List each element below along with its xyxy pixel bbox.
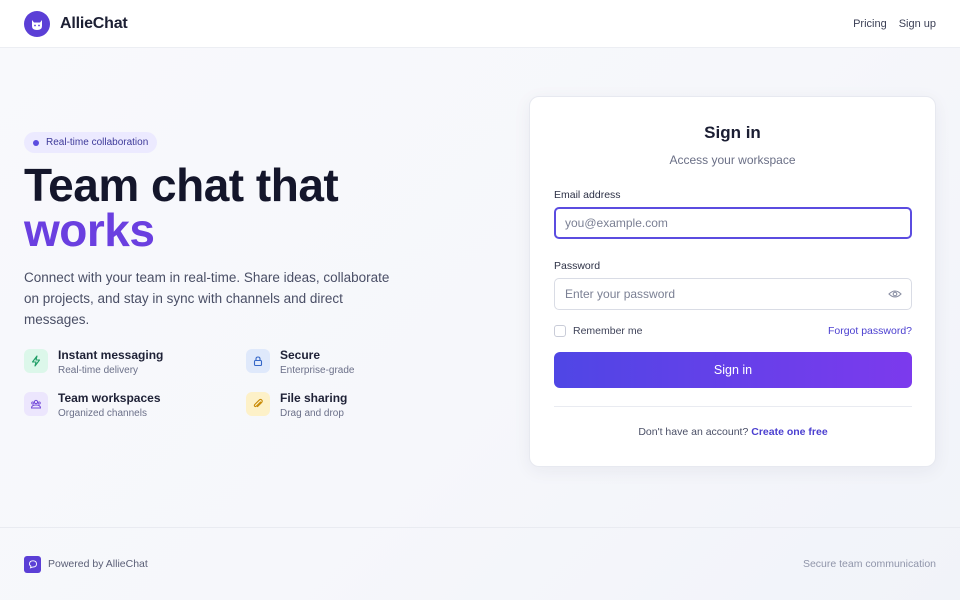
top-header: AllieChat Pricing Sign up bbox=[0, 0, 960, 48]
options-row: Remember me Forgot password? bbox=[554, 325, 912, 337]
feature-subtitle: Enterprise-grade bbox=[280, 365, 355, 376]
feature-item: File sharing Drag and drop bbox=[246, 391, 446, 421]
cat-face-icon bbox=[24, 10, 50, 37]
chat-bubble-icon bbox=[24, 555, 41, 573]
badge-label: Real-time collaboration bbox=[46, 137, 149, 148]
eye-icon[interactable] bbox=[888, 286, 902, 304]
password-field[interactable] bbox=[554, 278, 912, 310]
remember-checkbox[interactable] bbox=[554, 325, 566, 337]
divider bbox=[554, 406, 912, 407]
nav-signup-link[interactable]: Sign up bbox=[899, 18, 936, 30]
forgot-password-link[interactable]: Forgot password? bbox=[828, 325, 912, 337]
password-wrapper bbox=[554, 272, 912, 310]
signin-title: Sign in bbox=[704, 123, 761, 142]
feature-subtitle: Drag and drop bbox=[280, 408, 344, 419]
realtime-badge: Real-time collaboration bbox=[24, 132, 158, 153]
brand-name: AllieChat bbox=[60, 14, 128, 32]
team-icon bbox=[24, 392, 48, 416]
create-account-link[interactable]: Create one free bbox=[751, 426, 827, 438]
nav-pricing-link[interactable]: Pricing bbox=[853, 18, 887, 30]
signup-prompt: Don't have an account? Create one free bbox=[554, 426, 912, 438]
feature-subtitle: Real-time delivery bbox=[58, 365, 139, 376]
remember-label: Remember me bbox=[573, 325, 643, 337]
hero-section: Real-time collaboration Team chat that w… bbox=[24, 132, 424, 421]
lock-icon bbox=[246, 349, 270, 373]
lightning-icon bbox=[24, 349, 48, 373]
hero-title: Team chat that works bbox=[24, 162, 424, 256]
footer: Powered by AllieChat Secure team communi… bbox=[0, 527, 960, 600]
signin-subtitle: Access your workspace bbox=[669, 153, 796, 167]
feature-item: Team workspaces Organized channels bbox=[24, 391, 246, 421]
signin-card: Sign in Access your workspace Email addr… bbox=[529, 96, 936, 467]
feature-title: Instant messaging bbox=[58, 348, 164, 362]
email-label: Email address bbox=[554, 189, 621, 201]
feature-item: Instant messaging Real-time delivery bbox=[24, 348, 246, 378]
feature-list: Instant messaging Real-time delivery Sec… bbox=[24, 348, 424, 421]
hero-title-accent: works bbox=[24, 204, 155, 256]
feature-title: Secure bbox=[280, 348, 321, 362]
footer-brand: Powered by AllieChat bbox=[24, 555, 148, 573]
top-nav: Pricing Sign up bbox=[853, 18, 936, 30]
password-label: Password bbox=[554, 260, 601, 272]
powered-by-text: Powered by AllieChat bbox=[48, 558, 148, 570]
email-field[interactable] bbox=[554, 207, 912, 239]
footer-tagline: Secure team communication bbox=[802, 558, 936, 570]
paperclip-icon bbox=[246, 392, 270, 416]
signup-prompt-text: Don't have an account? bbox=[638, 426, 749, 438]
brand[interactable]: AllieChat bbox=[24, 10, 128, 37]
feature-subtitle: Organized channels bbox=[58, 408, 147, 419]
remember-me[interactable]: Remember me bbox=[554, 325, 642, 337]
signin-button[interactable]: Sign in bbox=[554, 352, 912, 388]
hero-description: Connect with your team in real-time. Sha… bbox=[24, 270, 390, 327]
feature-item: Secure Enterprise-grade bbox=[246, 348, 446, 378]
feature-title: File sharing bbox=[280, 391, 348, 405]
feature-title: Team workspaces bbox=[58, 391, 161, 405]
dot-icon bbox=[33, 139, 39, 146]
